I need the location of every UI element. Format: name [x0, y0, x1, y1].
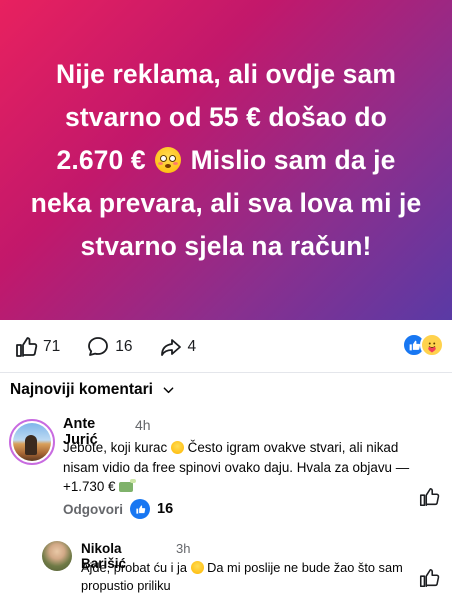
post-text: Nije reklama, ali ovdje sam stvarno od 5… [28, 53, 424, 268]
share-count-label: 4 [187, 338, 197, 355]
share-button[interactable]: 4 [159, 335, 197, 359]
thumbs-up-icon[interactable] [418, 567, 440, 589]
comment-text-part1: Jebote, koji kurac [63, 440, 168, 455]
comment-sort-label: Najnoviji komentari [10, 381, 153, 398]
care-reaction-icon [420, 333, 444, 357]
comment-button[interactable]: 16 [86, 335, 133, 359]
comment-text: Jebote, koji kurac Često igram ovakve st… [63, 438, 423, 497]
comment-like-count: 16 [157, 501, 174, 517]
reaction-summary[interactable] [402, 333, 444, 357]
laughing-face-icon [190, 561, 204, 574]
reply-button[interactable]: Odgovori [63, 502, 123, 517]
chevron-down-icon [163, 386, 174, 393]
post-action-bar: 71 16 4 [0, 331, 452, 363]
comment-text: Ajde, probat ću i ja Da mi poslije ne bu… [81, 559, 411, 595]
comment-bubble-icon [88, 337, 109, 356]
flushed-face-icon [155, 146, 182, 173]
post-image: Nije reklama, ali ovdje sam stvarno od 5… [0, 0, 452, 320]
smirk-face-icon [170, 441, 184, 454]
like-reaction-icon [130, 499, 150, 519]
thumbs-up-icon [16, 337, 38, 357]
comment-text-part1: Ajde, probat ću i ja [81, 560, 187, 575]
avatar[interactable] [42, 541, 72, 571]
comment-like-summary[interactable]: 16 [130, 499, 173, 519]
divider [0, 372, 452, 373]
comment-count-label: 16 [115, 338, 133, 355]
money-with-wings-icon [119, 479, 137, 492]
avatar[interactable] [9, 419, 55, 465]
like-button[interactable]: 71 [14, 335, 60, 359]
like-count-label: 71 [43, 338, 61, 355]
comment-sort-dropdown[interactable]: Najnoviji komentari [10, 381, 174, 399]
thumbs-up-icon[interactable] [418, 486, 440, 508]
comment-timestamp: 3h [176, 541, 191, 556]
share-arrow-icon [160, 339, 181, 356]
comment-timestamp: 4h [135, 417, 151, 433]
